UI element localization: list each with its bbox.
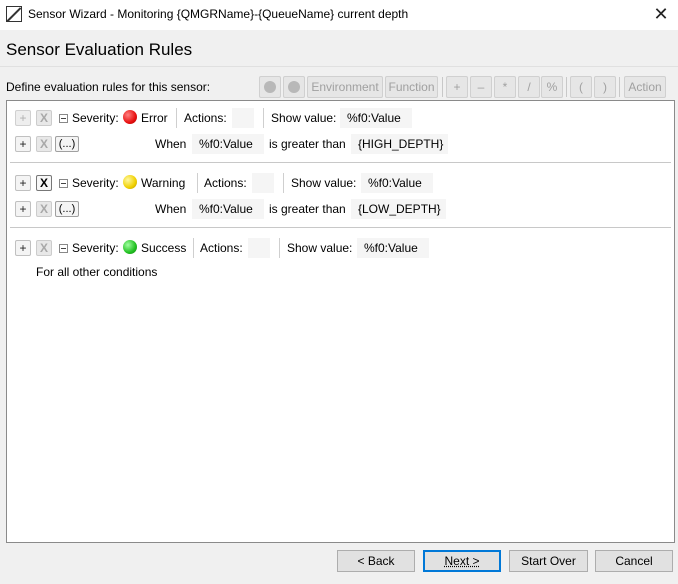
show-value-label: Show value: <box>291 176 357 190</box>
divide-operator-button[interactable]: / <box>518 76 540 98</box>
right-paren-button[interactable]: ) <box>594 76 616 98</box>
separator <box>283 173 284 193</box>
severity-label: Severity: <box>72 111 119 125</box>
add-condition-button[interactable]: + <box>15 201 31 217</box>
condition-threshold-field[interactable]: {LOW_DEPTH} <box>351 199 446 219</box>
rule-divider <box>10 227 671 228</box>
toolbar-dot-button-1[interactable] <box>259 76 281 98</box>
next-button[interactable]: Next > <box>423 550 501 572</box>
add-rule-button[interactable]: + <box>15 175 31 191</box>
group-condition-button[interactable]: (...) <box>55 201 79 217</box>
delete-rule-button[interactable]: X <box>36 110 52 126</box>
add-rule-button[interactable]: + <box>15 110 31 126</box>
title-bar: Sensor Wizard - Monitoring {QMGRName}-{Q… <box>0 0 678 30</box>
delete-rule-button[interactable]: X <box>36 240 52 256</box>
toolbar-separator <box>566 77 567 97</box>
condition-threshold-field[interactable]: {HIGH_DEPTH} <box>351 134 448 154</box>
actions-field[interactable] <box>232 108 254 128</box>
app-icon <box>6 6 22 22</box>
severity-value[interactable]: Warning <box>141 176 185 190</box>
success-status-icon <box>123 240 137 254</box>
severity-label: Severity: <box>72 176 119 190</box>
severity-value[interactable]: Error <box>141 111 168 125</box>
actions-label: Actions: <box>184 111 227 125</box>
environment-button[interactable]: Environment <box>307 76 383 98</box>
next-button-label: Next > <box>444 554 480 568</box>
circle-icon <box>264 81 276 93</box>
function-button[interactable]: Function <box>385 76 438 98</box>
back-button[interactable]: < Back <box>337 550 415 572</box>
collapse-icon[interactable] <box>59 179 68 188</box>
condition-operand-field[interactable]: %f0:Value <box>192 134 264 154</box>
condition-operator[interactable]: is greater than <box>269 202 346 216</box>
group-condition-button[interactable]: (...) <box>55 136 79 152</box>
multiply-operator-button[interactable]: * <box>494 76 516 98</box>
left-paren-button[interactable]: ( <box>570 76 592 98</box>
rules-panel: + X Severity: Error Actions: Show value:… <box>6 100 675 543</box>
window-title: Sensor Wizard - Monitoring {QMGRName}-{Q… <box>28 7 409 21</box>
actions-label: Actions: <box>200 241 243 255</box>
plus-operator-button[interactable]: + <box>446 76 468 98</box>
separator <box>279 238 280 258</box>
show-value-field[interactable]: %f0:Value <box>340 108 412 128</box>
show-value-label: Show value: <box>271 111 337 125</box>
define-rules-label: Define evaluation rules for this sensor: <box>6 80 211 94</box>
start-over-button[interactable]: Start Over <box>509 550 588 572</box>
actions-label: Actions: <box>204 176 247 190</box>
toolbar-dot-button-2[interactable] <box>283 76 305 98</box>
separator <box>263 108 264 128</box>
cancel-button[interactable]: Cancel <box>595 550 673 572</box>
separator <box>176 108 177 128</box>
delete-condition-button[interactable]: X <box>36 136 52 152</box>
actions-field[interactable] <box>248 238 270 258</box>
when-label: When <box>155 137 187 151</box>
condition-operand-field[interactable]: %f0:Value <box>192 199 264 219</box>
collapse-icon[interactable] <box>59 244 68 253</box>
circle-icon <box>288 81 300 93</box>
separator <box>193 238 194 258</box>
toolbar-separator <box>619 77 620 97</box>
percent-operator-button[interactable]: % <box>541 76 563 98</box>
add-rule-button[interactable]: + <box>15 240 31 256</box>
header-divider <box>0 66 678 67</box>
delete-condition-button[interactable]: X <box>36 201 52 217</box>
show-value-field[interactable]: %f0:Value <box>361 173 433 193</box>
actions-field[interactable] <box>252 173 274 193</box>
collapse-icon[interactable] <box>59 114 68 123</box>
close-icon[interactable]: ✕ <box>650 3 672 25</box>
toolbar-separator <box>442 77 443 97</box>
severity-label: Severity: <box>72 241 119 255</box>
error-status-icon <box>123 110 137 124</box>
add-condition-button[interactable]: + <box>15 136 31 152</box>
when-label: When <box>155 202 187 216</box>
condition-operator[interactable]: is greater than <box>269 137 346 151</box>
show-value-label: Show value: <box>287 241 353 255</box>
action-button[interactable]: Action <box>624 76 666 98</box>
delete-rule-button[interactable]: X <box>36 175 52 191</box>
rule-divider <box>10 162 671 163</box>
otherwise-label: For all other conditions <box>36 265 158 279</box>
minus-operator-button[interactable]: – <box>470 76 492 98</box>
show-value-field[interactable]: %f0:Value <box>357 238 429 258</box>
warning-status-icon <box>123 175 137 189</box>
page-title: Sensor Evaluation Rules <box>6 40 193 59</box>
separator <box>197 173 198 193</box>
severity-value[interactable]: Success <box>141 241 186 255</box>
